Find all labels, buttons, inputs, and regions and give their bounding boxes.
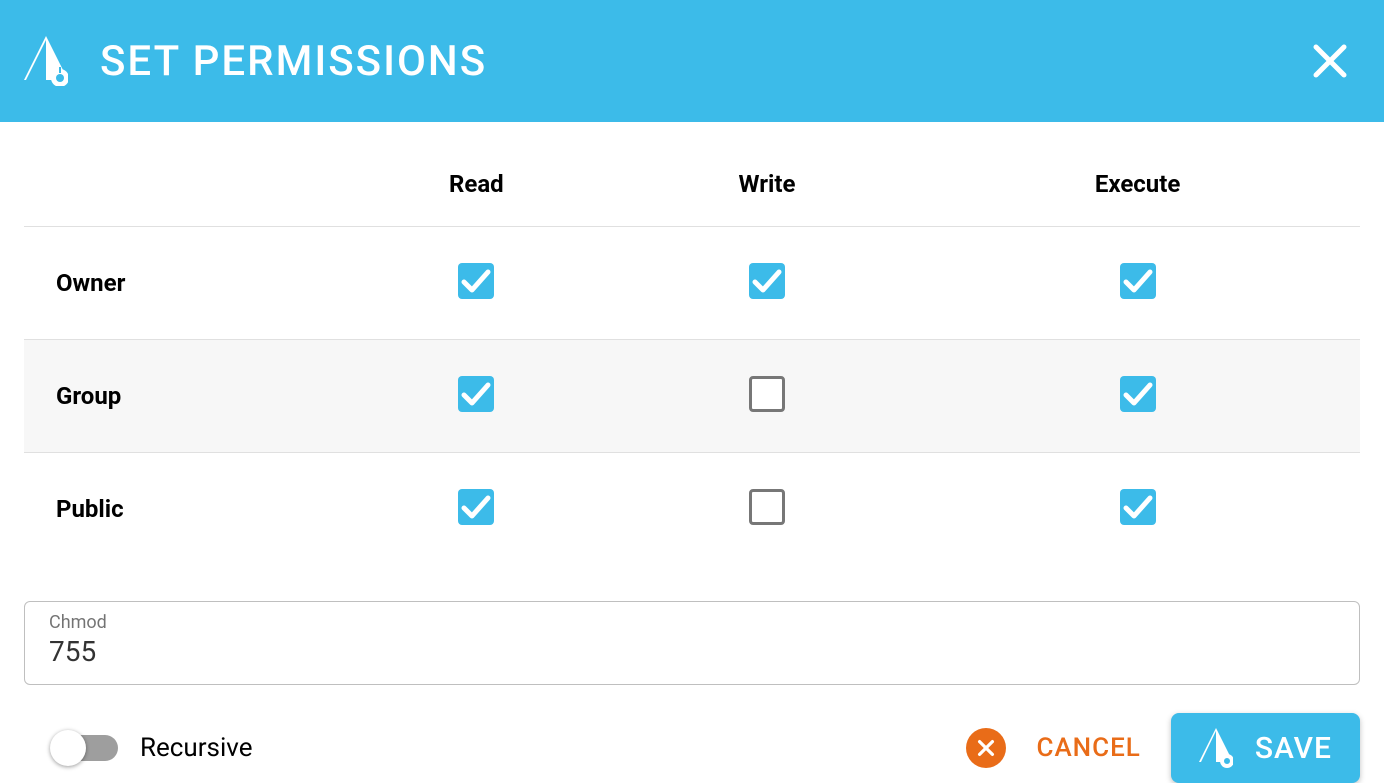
cell-execute	[915, 340, 1360, 453]
checkbox-group-execute[interactable]	[1120, 376, 1156, 412]
recursive-label: Recursive	[140, 733, 253, 763]
cancel-button[interactable]: CANCEL	[966, 728, 1140, 768]
row-label: Public	[24, 453, 334, 566]
table-row: Owner	[24, 227, 1360, 340]
cell-execute	[915, 453, 1360, 566]
table-row: Group	[24, 340, 1360, 453]
chmod-label: Chmod	[49, 612, 1335, 633]
permissions-table: Read Write Execute OwnerGroupPublic	[24, 170, 1360, 565]
recursive-toggle[interactable]	[52, 735, 118, 761]
dialog-title: SET PERMISSIONS	[100, 37, 487, 86]
table-corner	[24, 170, 334, 227]
cell-write	[619, 340, 916, 453]
dialog-footer: Recursive CANCEL	[24, 713, 1360, 783]
toggle-knob	[50, 730, 86, 766]
col-header-write: Write	[619, 170, 916, 227]
chmod-field: Chmod	[24, 601, 1360, 685]
cancel-icon	[966, 728, 1006, 768]
cell-write	[619, 227, 916, 340]
cell-write	[619, 453, 916, 566]
save-icon	[1199, 728, 1233, 768]
col-header-execute: Execute	[915, 170, 1360, 227]
checkbox-owner-write[interactable]	[749, 263, 785, 299]
checkbox-owner-read[interactable]	[458, 263, 494, 299]
checkbox-group-read[interactable]	[458, 376, 494, 412]
cell-execute	[915, 227, 1360, 340]
checkbox-public-write[interactable]	[749, 489, 785, 525]
row-label: Owner	[24, 227, 334, 340]
dialog-header: SET PERMISSIONS	[0, 0, 1384, 122]
cell-read	[334, 340, 619, 453]
checkbox-public-read[interactable]	[458, 489, 494, 525]
row-label: Group	[24, 340, 334, 453]
col-header-read: Read	[334, 170, 619, 227]
close-button[interactable]	[1312, 43, 1348, 79]
dialog-body: Read Write Execute OwnerGroupPublic Chmo…	[0, 170, 1384, 783]
actions: CANCEL SAVE	[966, 713, 1360, 783]
checkbox-owner-execute[interactable]	[1120, 263, 1156, 299]
save-label: SAVE	[1255, 731, 1332, 766]
checkbox-public-execute[interactable]	[1120, 489, 1156, 525]
save-button[interactable]: SAVE	[1171, 713, 1360, 783]
cell-read	[334, 227, 619, 340]
chmod-input[interactable]	[49, 635, 1335, 668]
cell-read	[334, 453, 619, 566]
cancel-label: CANCEL	[1036, 733, 1140, 763]
close-icon	[1312, 43, 1348, 79]
checkbox-group-write[interactable]	[749, 376, 785, 412]
table-row: Public	[24, 453, 1360, 566]
app-logo-icon	[24, 36, 68, 86]
